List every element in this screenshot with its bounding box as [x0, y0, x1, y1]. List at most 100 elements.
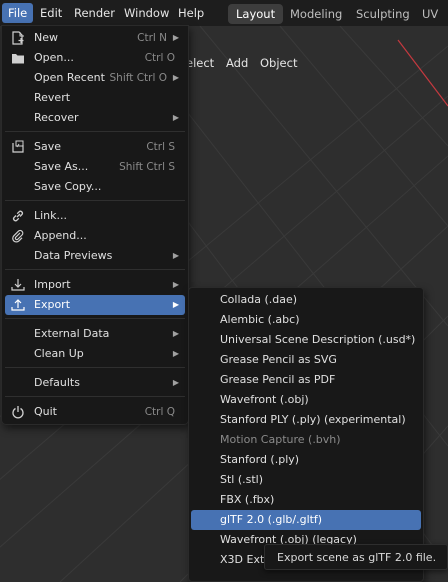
menu-label: External Data — [34, 327, 110, 340]
tab-modeling[interactable]: Modeling — [282, 4, 350, 24]
paperclip-icon — [11, 229, 25, 243]
tab-sculpting[interactable]: Sculpting — [348, 4, 418, 24]
submenu-arrow-icon: ▶ — [172, 73, 179, 82]
export-fbx[interactable]: FBX (.fbx) — [191, 490, 421, 510]
menu-label: Alembic (.abc) — [220, 313, 300, 326]
menu-label: Data Previews — [34, 249, 113, 262]
shortcut-label: Shift Ctrl S — [119, 161, 175, 173]
menu-help[interactable]: Help — [172, 3, 210, 23]
menu-label: Grease Pencil as SVG — [220, 353, 337, 366]
menu-label: Stanford PLY (.ply) (experimental) — [220, 413, 406, 426]
menu-label: glTF 2.0 (.glb/.gltf) — [220, 513, 323, 526]
menu-label: FBX (.fbx) — [220, 493, 275, 506]
export-motion-capture[interactable]: Motion Capture (.bvh) — [191, 430, 421, 450]
menu-label: Append... — [34, 229, 87, 242]
new-file-icon — [11, 31, 25, 45]
export-grease-pencil-pdf[interactable]: Grease Pencil as PDF — [191, 370, 421, 390]
menu-item-new[interactable]: New Ctrl N ▶ — [5, 28, 185, 48]
submenu-arrow-icon: ▶ — [172, 280, 179, 289]
menu-label: Clean Up — [34, 347, 84, 360]
menu-edit[interactable]: Edit — [34, 3, 68, 23]
menu-label: Universal Scene Description (.usd*) — [220, 333, 416, 346]
menu-label: Defaults — [34, 376, 80, 389]
export-icon — [11, 298, 25, 312]
menu-item-import[interactable]: Import ▶ — [5, 275, 185, 295]
menu-item-revert[interactable]: Revert — [5, 88, 185, 108]
export-stanford-ply-experimental[interactable]: Stanford PLY (.ply) (experimental) — [191, 410, 421, 430]
menu-label: Revert — [34, 91, 71, 104]
import-icon — [11, 278, 25, 292]
viewport-object-menu[interactable]: Object — [260, 54, 297, 72]
menu-separator — [5, 269, 185, 270]
export-usd[interactable]: Universal Scene Description (.usd*) — [191, 330, 421, 350]
menu-item-save[interactable]: Save Ctrl S — [5, 137, 185, 157]
menu-item-recover[interactable]: Recover ▶ — [5, 108, 185, 128]
submenu-arrow-icon: ▶ — [172, 349, 179, 358]
menu-item-external-data[interactable]: External Data ▶ — [5, 324, 185, 344]
menu-label: Open... — [34, 51, 74, 64]
menu-label: Wavefront (.obj) — [220, 393, 309, 406]
link-icon — [11, 209, 25, 223]
shortcut-label: Ctrl N — [137, 32, 167, 44]
shortcut-label: Shift Ctrl O — [109, 72, 168, 84]
save-icon — [11, 140, 25, 154]
folder-icon — [11, 51, 25, 65]
menu-item-open-recent[interactable]: Open Recent Shift Ctrl O ▶ — [5, 68, 185, 88]
tab-layout[interactable]: Layout — [228, 4, 284, 24]
tab-uv-editing[interactable]: UV Ed — [414, 4, 448, 41]
menu-item-data-previews[interactable]: Data Previews ▶ — [5, 246, 185, 266]
viewport-select-menu[interactable]: elect — [186, 54, 214, 72]
export-stanford-ply[interactable]: Stanford (.ply) — [191, 450, 421, 470]
power-icon — [11, 405, 25, 419]
top-bar: File Edit Render Window Help Layout Mode… — [0, 0, 448, 41]
menu-label: New — [34, 31, 58, 44]
menu-window[interactable]: Window — [118, 3, 175, 23]
menu-separator — [5, 318, 185, 319]
submenu-arrow-icon: ▶ — [172, 251, 179, 260]
export-wavefront-obj[interactable]: Wavefront (.obj) — [191, 390, 421, 410]
export-stl[interactable]: Stl (.stl) — [191, 470, 421, 490]
menu-item-link[interactable]: Link... — [5, 206, 185, 226]
menu-label: Collada (.dae) — [220, 293, 298, 306]
viewport-add-menu[interactable]: Add — [226, 54, 248, 72]
export-gltf[interactable]: glTF 2.0 (.glb/.gltf) — [191, 510, 421, 530]
file-menu: New Ctrl N ▶ Open... Ctrl O Open Recent … — [1, 25, 189, 425]
menu-label: Save Copy... — [34, 180, 102, 193]
export-grease-pencil-svg[interactable]: Grease Pencil as SVG — [191, 350, 421, 370]
menu-label: Open Recent — [34, 71, 105, 84]
export-collada[interactable]: Collada (.dae) — [191, 290, 421, 310]
menu-label: Quit — [34, 405, 57, 418]
shortcut-label: Ctrl S — [146, 141, 175, 153]
export-alembic[interactable]: Alembic (.abc) — [191, 310, 421, 330]
menu-item-append[interactable]: Append... — [5, 226, 185, 246]
menu-separator — [5, 200, 185, 201]
menu-item-quit[interactable]: Quit Ctrl Q — [5, 402, 185, 422]
menu-item-open[interactable]: Open... Ctrl O — [5, 48, 185, 68]
menu-item-defaults[interactable]: Defaults ▶ — [5, 373, 185, 393]
submenu-arrow-icon: ▶ — [172, 378, 179, 387]
menu-separator — [5, 396, 185, 397]
menu-label: Motion Capture (.bvh) — [220, 433, 341, 446]
menu-separator — [5, 367, 185, 368]
menu-separator — [5, 131, 185, 132]
submenu-arrow-icon: ▶ — [172, 300, 179, 309]
menu-label: Save — [34, 140, 62, 153]
menu-item-save-copy[interactable]: Save Copy... — [5, 177, 185, 197]
menu-label: Grease Pencil as PDF — [220, 373, 336, 386]
menu-item-export[interactable]: Export ▶ — [5, 295, 185, 315]
menu-render[interactable]: Render — [68, 3, 121, 23]
tooltip: Export scene as glTF 2.0 file. — [264, 544, 448, 570]
menu-item-save-as[interactable]: Save As... Shift Ctrl S — [5, 157, 185, 177]
shortcut-label: Ctrl Q — [144, 406, 175, 418]
menu-label: Stl (.stl) — [220, 473, 264, 486]
menu-label: Export — [34, 298, 71, 311]
export-submenu: Collada (.dae) Alembic (.abc) Universal … — [188, 287, 424, 582]
x-axis-line — [397, 39, 448, 107]
submenu-arrow-icon: ▶ — [172, 113, 179, 122]
shortcut-label: Ctrl O — [144, 52, 175, 64]
menu-item-clean-up[interactable]: Clean Up ▶ — [5, 344, 185, 364]
menu-label: Save As... — [34, 160, 89, 173]
menu-file[interactable]: File — [2, 3, 34, 23]
menu-label: Import — [34, 278, 71, 291]
submenu-arrow-icon: ▶ — [172, 33, 179, 42]
